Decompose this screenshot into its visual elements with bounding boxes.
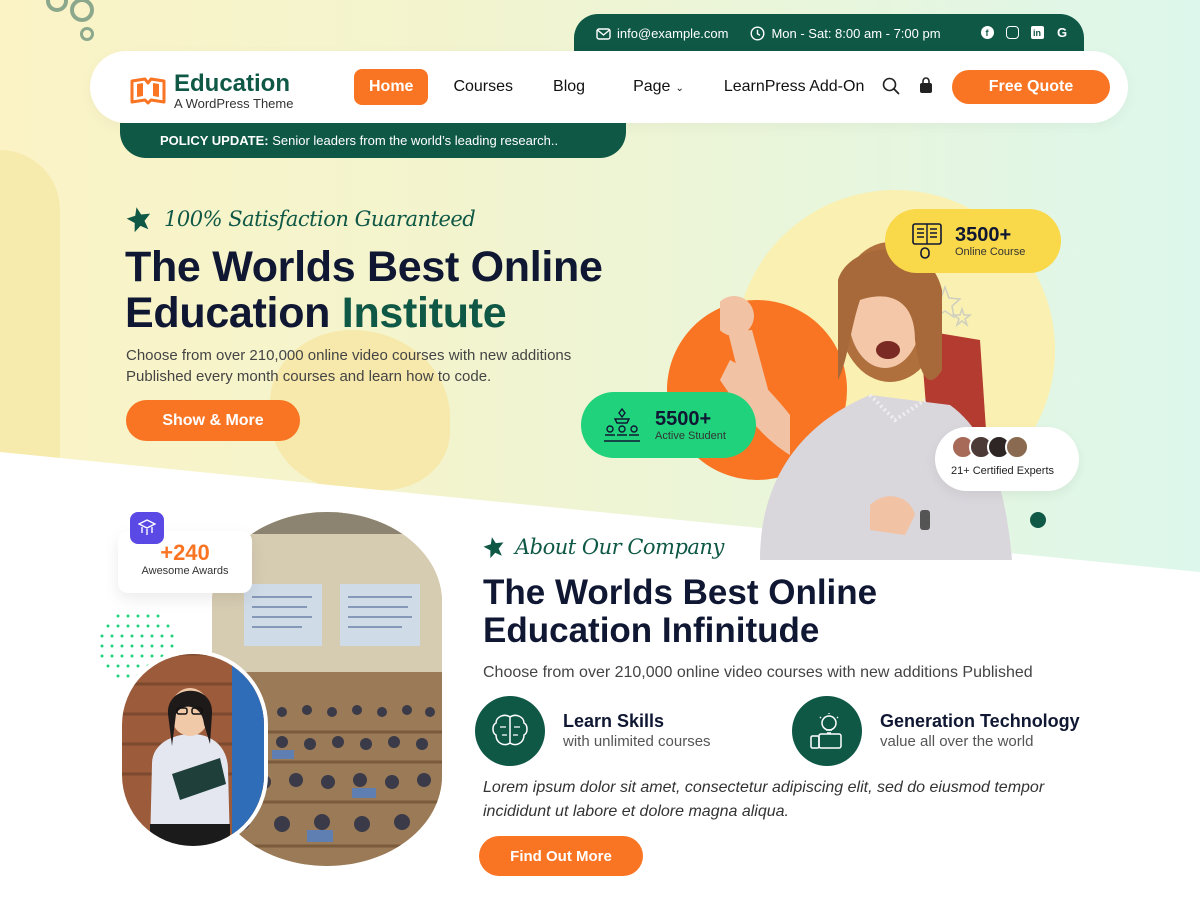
cart-icon[interactable] — [918, 77, 934, 95]
certified-experts-card: 21+ Certified Experts — [935, 427, 1079, 491]
site-logo[interactable]: Education A WordPress Theme — [130, 71, 293, 111]
hero-title-plain: Education — [125, 289, 342, 337]
hero-title-line2: Education Institute — [125, 290, 603, 336]
nav-item-blog[interactable]: Blog — [538, 69, 600, 105]
policy-label: POLICY UPDATE: — [160, 133, 269, 148]
nav-item-courses[interactable]: Courses — [438, 69, 528, 105]
nav-icons — [882, 77, 934, 95]
awards-count: +240 — [160, 540, 210, 565]
hero-tagline: 100% Satisfaction Guaranteed — [126, 206, 476, 232]
decorative-dot — [1030, 512, 1046, 528]
nav-item-page[interactable]: Page ⌄ — [618, 69, 699, 105]
clock-icon — [750, 26, 765, 41]
email-contact[interactable]: info@example.com — [596, 26, 728, 41]
nav-item-home[interactable]: Home — [354, 69, 429, 105]
book-logo-icon — [130, 77, 166, 105]
lightbulb-device-icon — [792, 696, 862, 766]
feature-subtitle: value all over the world — [880, 733, 1034, 750]
chevron-down-icon: ⌄ — [675, 83, 684, 94]
book-reader-icon — [912, 223, 942, 259]
primary-menu: Home Courses Blog Page ⌄ LearnPress Add-O… — [354, 69, 885, 105]
nav-item-learnpress[interactable]: LearnPress Add-On — [709, 69, 880, 105]
facebook-icon[interactable]: f — [980, 26, 994, 39]
expert-avatars — [951, 435, 1079, 459]
feature-title: Generation Technology — [880, 711, 1080, 731]
awards-label: Awesome Awards — [141, 565, 229, 577]
brand-subtitle: A WordPress Theme — [174, 96, 294, 111]
avatar — [1005, 435, 1029, 459]
feature-generation-technology: Generation Technology value all over the… — [792, 696, 1080, 766]
star-icon — [126, 207, 151, 232]
about-title: The Worlds Best Online Education Infinit… — [483, 574, 877, 650]
star-icon — [483, 537, 504, 558]
about-tagline-text: About Our Company — [515, 535, 724, 559]
decorative-ring — [80, 27, 94, 41]
tagline-text: 100% Satisfaction Guaranteed — [164, 207, 476, 231]
about-tagline: About Our Company — [483, 535, 724, 559]
nav-item-page-label: Page — [633, 78, 671, 95]
linkedin-icon[interactable]: in — [1030, 26, 1044, 39]
stat-active-students: 5500+ Active Student — [581, 392, 756, 458]
find-out-more-button[interactable]: Find Out More — [479, 836, 643, 876]
student-photo — [118, 650, 268, 850]
students-label: Active Student — [655, 429, 726, 442]
opening-hours: Mon - Sat: 8:00 am - 7:00 pm — [750, 26, 941, 41]
social-links: f in G — [980, 25, 1069, 40]
policy-update-bar[interactable]: POLICY UPDATE: Senior leaders from the w… — [120, 123, 626, 158]
show-more-button[interactable]: Show & More — [126, 400, 300, 441]
award-badge-icon — [130, 512, 164, 544]
email-text: info@example.com — [617, 26, 729, 41]
main-navbar: Education A WordPress Theme Home Courses… — [90, 51, 1128, 123]
experts-label: 21+ Certified Experts — [951, 465, 1055, 477]
mail-icon — [596, 27, 611, 40]
hero-description: Choose from over 210,000 online video co… — [126, 347, 572, 385]
free-quote-button[interactable]: Free Quote — [952, 70, 1110, 104]
about-title-line2: Education Infinitude — [483, 611, 820, 650]
google-icon[interactable]: G — [1056, 25, 1069, 40]
brain-icon — [475, 696, 545, 766]
brand-title: Education — [174, 70, 291, 97]
hero-title-accent: Institute — [341, 289, 507, 337]
about-description: Choose from over 210,000 online video co… — [483, 664, 1033, 681]
hero-title: The Worlds Best Online Education Institu… — [125, 244, 603, 336]
courses-label: Online Course — [955, 245, 1026, 258]
feature-title: Learn Skills — [563, 711, 665, 731]
stat-online-courses: 3500+ Online Course — [885, 209, 1061, 273]
instagram-icon[interactable] — [1005, 26, 1019, 39]
classroom-icon — [604, 407, 640, 442]
students-count: 5500+ — [655, 407, 712, 430]
hours-text: Mon - Sat: 8:00 am - 7:00 pm — [771, 26, 941, 41]
about-title-line1: The Worlds Best Online — [483, 573, 878, 612]
search-icon[interactable] — [882, 77, 900, 95]
about-lorem-text: Lorem ipsum dolor sit amet, consectetur … — [483, 779, 1045, 820]
feature-learn-skills: Learn Skills with unlimited courses — [475, 696, 711, 766]
courses-count: 3500+ — [955, 223, 1012, 246]
hero-title-line1: The Worlds Best Online — [125, 243, 603, 291]
policy-text: Senior leaders from the world’s leading … — [268, 133, 559, 148]
feature-subtitle: with unlimited courses — [563, 733, 711, 750]
